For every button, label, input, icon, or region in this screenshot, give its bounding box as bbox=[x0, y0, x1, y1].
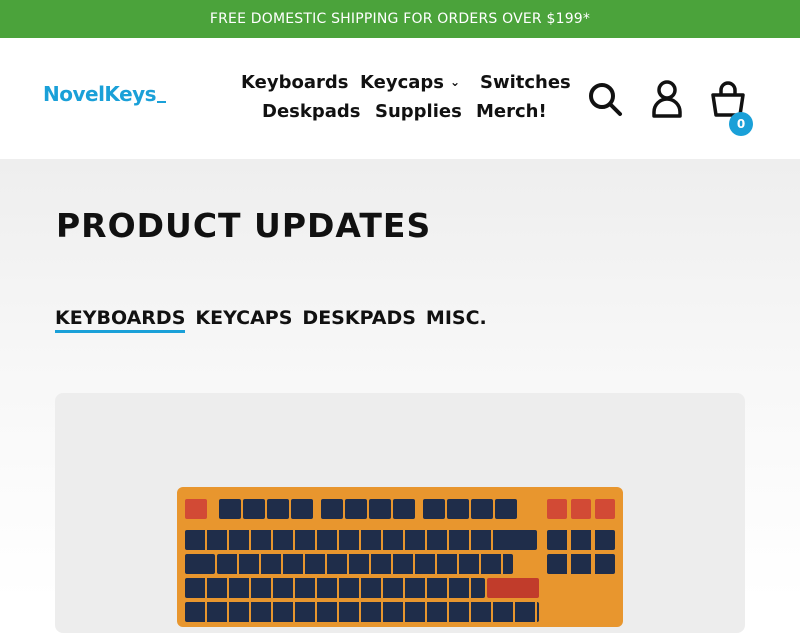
user-icon[interactable] bbox=[651, 80, 683, 122]
cart-count-badge: 0 bbox=[729, 112, 753, 136]
keycap bbox=[423, 499, 445, 519]
keycap bbox=[243, 499, 265, 519]
keycap bbox=[471, 499, 493, 519]
nav-merch-label: Merch! bbox=[476, 101, 547, 122]
keycap bbox=[185, 554, 215, 574]
nav-switches[interactable]: Switches bbox=[480, 72, 571, 93]
tab-deskpads[interactable]: DESKPADS bbox=[302, 307, 416, 333]
nav-supplies[interactable]: Supplies bbox=[375, 101, 462, 122]
novelkeys-logo[interactable]: NovelKeys bbox=[43, 82, 167, 106]
keycap bbox=[595, 499, 615, 519]
nav-keycaps[interactable]: Keycaps ⌄ bbox=[360, 72, 460, 93]
tab-misc[interactable]: MISC. bbox=[426, 307, 487, 333]
keycap bbox=[369, 499, 391, 519]
keycap bbox=[345, 499, 367, 519]
nav-switches-label: Switches bbox=[480, 72, 571, 93]
promo-text: FREE DOMESTIC SHIPPING FOR ORDERS OVER $… bbox=[209, 11, 591, 27]
keycap bbox=[493, 530, 537, 550]
keycap bbox=[185, 499, 207, 519]
tab-keycaps[interactable]: KEYCAPS bbox=[195, 307, 292, 333]
tab-keyboards[interactable]: KEYBOARDS bbox=[55, 307, 186, 333]
nav-keycaps-label: Keycaps bbox=[360, 72, 444, 93]
keyboard-image bbox=[177, 487, 623, 627]
logo-underscore bbox=[157, 101, 167, 103]
page-title: PRODUCT UPDATES bbox=[56, 206, 432, 245]
keycap-row bbox=[185, 602, 539, 622]
category-tabs: KEYBOARDS KEYCAPS DESKPADS MISC. bbox=[55, 307, 487, 333]
site-header: NovelKeys Keyboards Keycaps ⌄ Switches De… bbox=[0, 38, 800, 159]
nav-keyboards-label: Keyboards bbox=[241, 72, 349, 93]
logo-text: NovelKeys bbox=[43, 82, 157, 106]
keycap bbox=[219, 499, 241, 519]
keycap bbox=[393, 499, 415, 519]
nav-deskpads[interactable]: Deskpads bbox=[262, 101, 360, 122]
chevron-down-icon: ⌄ bbox=[450, 75, 461, 89]
keycap bbox=[495, 499, 517, 519]
nav-deskpads-label: Deskpads bbox=[262, 101, 361, 122]
keycap bbox=[571, 499, 591, 519]
keycap-red-enter bbox=[487, 578, 539, 598]
keycap bbox=[291, 499, 313, 519]
keycap bbox=[321, 499, 343, 519]
keycap-row bbox=[185, 578, 485, 598]
keycap-row bbox=[547, 554, 615, 574]
keycap bbox=[267, 499, 289, 519]
keycap-row bbox=[217, 554, 513, 574]
search-icon[interactable] bbox=[588, 82, 624, 122]
keycap bbox=[447, 499, 469, 519]
nav-merch[interactable]: Merch! bbox=[476, 101, 547, 122]
promo-banner: FREE DOMESTIC SHIPPING FOR ORDERS OVER $… bbox=[0, 0, 800, 38]
keycap bbox=[547, 499, 567, 519]
nav-supplies-label: Supplies bbox=[375, 101, 462, 122]
keycap-row bbox=[185, 530, 521, 550]
keycap-row bbox=[547, 530, 615, 550]
nav-keyboards[interactable]: Keyboards bbox=[241, 72, 348, 93]
